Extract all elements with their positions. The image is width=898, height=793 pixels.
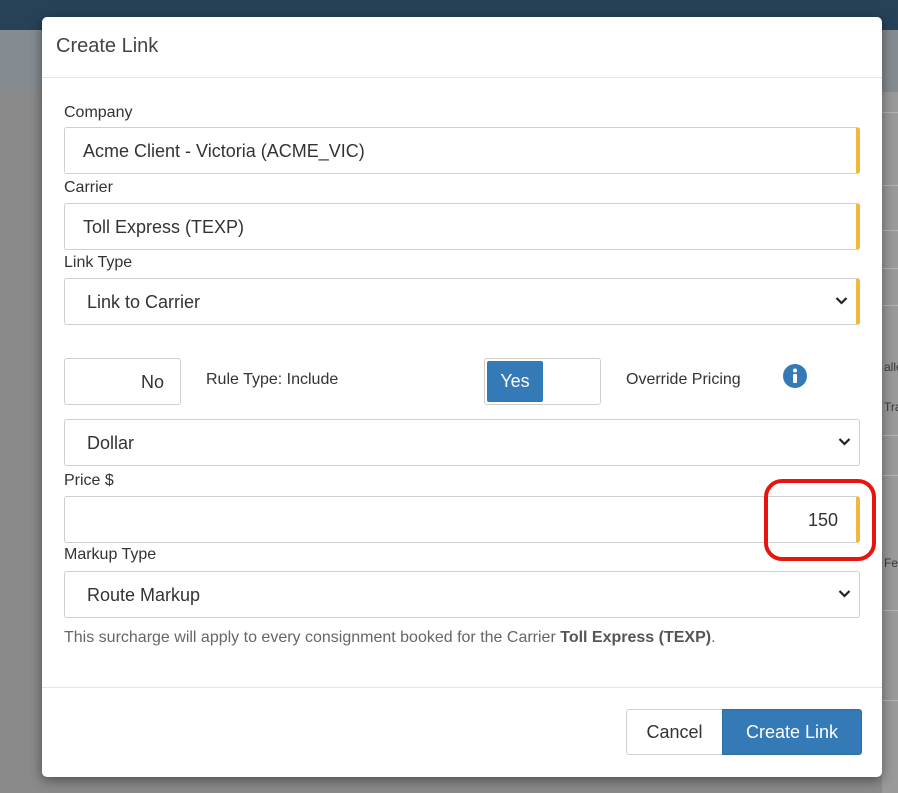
background-cell-text: Tra [884,400,898,414]
background-row-line [882,475,898,476]
rule-type-toggle-label: No [140,372,164,392]
background-cell-text: alle [884,360,898,374]
cancel-button[interactable]: Cancel [626,709,723,755]
price-label: Price $ [64,472,114,489]
create-link-modal: Create Link Company Acme Client - Victor… [42,17,882,777]
carrier-input[interactable]: Toll Express (TEXP) [64,203,860,250]
background-row-line [882,185,898,186]
chevron-down-icon [838,590,851,598]
surcharge-help-text: This surcharge will apply to every consi… [64,629,716,647]
link-type-label: Link Type [64,254,133,271]
override-pricing-toggle[interactable]: Yes [484,358,601,405]
markup-type-value: Route Markup [87,585,201,605]
background-row-line [882,305,898,306]
background-row-line [882,230,898,231]
background-row-line [882,435,898,436]
override-pricing-toggle-label: Yes [487,361,543,402]
carrier-value: Toll Express (TEXP) [83,217,245,237]
background-row-line [882,268,898,269]
background-row-line [882,112,898,113]
pricing-unit-value: Dollar [87,433,135,453]
annotation-highlight-circle [764,479,876,561]
rule-type-toggle[interactable]: No [64,358,181,405]
link-type-value: Link to Carrier [87,292,201,312]
company-input[interactable]: Acme Client - Victoria (ACME_VIC) [64,127,860,174]
chevron-down-icon [835,297,848,305]
modal-title: Create Link [56,35,159,57]
background-row-line [882,610,898,611]
help-text-prefix: This surcharge will apply to every consi… [64,629,561,646]
link-type-select[interactable]: Link to Carrier [64,278,860,325]
pricing-unit-select[interactable]: Dollar [64,419,860,466]
info-circle-icon[interactable] [782,363,808,389]
override-pricing-label: Override Pricing [626,371,741,388]
rule-type-label: Rule Type: Include [206,371,339,388]
help-text-suffix: . [711,629,716,646]
markup-type-label: Markup Type [64,546,157,563]
chevron-down-icon [838,438,851,446]
price-input[interactable]: 150 [64,496,860,543]
modal-footer-divider [42,687,882,688]
background-row-line [882,700,898,701]
carrier-label: Carrier [64,179,113,196]
create-link-button[interactable]: Create Link [722,709,862,755]
company-value: Acme Client - Victoria (ACME_VIC) [83,141,365,161]
help-text-carrier: Toll Express (TEXP) [560,629,712,646]
modal-header: Create Link [42,17,882,78]
background-table [882,92,898,793]
company-label: Company [64,104,133,121]
markup-type-select[interactable]: Route Markup [64,571,860,618]
background-cell-text: Fe [884,556,898,570]
